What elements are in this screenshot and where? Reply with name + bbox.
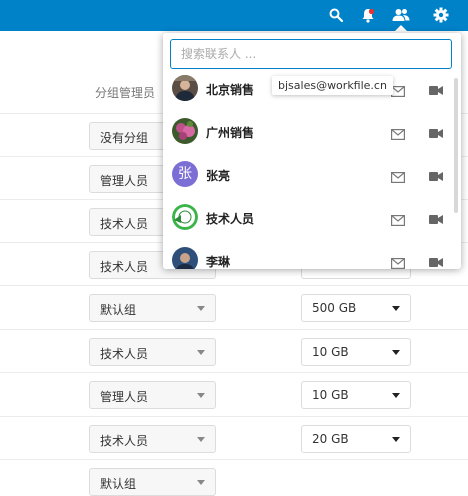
settings-icon[interactable] <box>430 4 452 26</box>
contact-name: 张亮 <box>206 169 231 183</box>
mail-icon[interactable] <box>391 254 406 269</box>
chevron-down-icon <box>197 393 205 398</box>
row-divider <box>0 329 468 330</box>
notifications-icon[interactable] <box>357 4 379 26</box>
chevron-down-icon <box>392 350 400 355</box>
select-value: 技术人员 <box>100 217 149 231</box>
group-admin-header: 分组管理员 <box>95 86 156 100</box>
select-value: 默认组 <box>100 477 137 491</box>
select-value: 500 GB <box>312 301 357 315</box>
avatar-initial: 张 <box>178 166 192 182</box>
quota-select[interactable]: 500 GB <box>301 294 411 322</box>
quota-select[interactable]: 10 GB <box>301 381 411 409</box>
quota-select[interactable]: 20 GB <box>301 425 411 453</box>
row-divider <box>0 285 468 286</box>
email-tooltip: bjsales@workfile.cn <box>272 76 393 95</box>
row-divider <box>0 372 468 373</box>
contacts-icon[interactable] <box>390 4 412 26</box>
contact-item[interactable]: 广州销售 <box>163 118 459 161</box>
select-value: 技术人员 <box>100 434 149 448</box>
video-call-icon[interactable] <box>429 210 443 229</box>
group-admin-select[interactable]: 管理人员 <box>89 381 216 409</box>
group-admin-select[interactable]: 默认组 <box>89 294 216 322</box>
select-value: 技术人员 <box>100 347 149 361</box>
popup-arrow <box>393 25 409 33</box>
video-call-icon[interactable] <box>429 167 443 186</box>
contact-name: 广州销售 <box>206 126 255 140</box>
group-admin-select[interactable]: 技术人员 <box>89 338 216 366</box>
chevron-down-icon <box>392 393 400 398</box>
avatar <box>172 118 198 144</box>
mail-icon[interactable] <box>391 82 406 101</box>
popup-scrollbar[interactable] <box>454 78 458 213</box>
video-call-icon[interactable] <box>429 81 443 100</box>
chevron-down-icon <box>197 480 205 485</box>
row-divider <box>0 459 468 460</box>
contact-name: 李琳 <box>206 255 231 269</box>
select-value: 默认组 <box>100 303 137 317</box>
contact-name: 技术人员 <box>206 212 255 226</box>
contact-item[interactable]: 技术人员 <box>163 204 459 247</box>
chevron-down-icon <box>197 437 205 442</box>
select-value: 10 GB <box>312 388 349 402</box>
chevron-down-icon <box>197 350 205 355</box>
mail-icon[interactable] <box>391 168 406 187</box>
select-value: 管理人员 <box>100 174 149 188</box>
chevron-down-icon <box>392 306 400 311</box>
avatar <box>172 75 198 101</box>
mail-icon[interactable] <box>391 125 406 144</box>
select-value: 20 GB <box>312 432 349 446</box>
contacts-menu: 北京销售 广州销售 张 张亮 技术人员 李琳 <box>163 33 461 269</box>
contacts-search-input[interactable] <box>170 39 452 69</box>
avatar: 张 <box>172 161 198 187</box>
row-divider <box>0 416 468 417</box>
video-call-icon[interactable] <box>429 124 443 143</box>
contact-item[interactable]: 李琳 <box>163 247 459 269</box>
chevron-down-icon <box>392 437 400 442</box>
select-value: 技术人员 <box>100 260 149 274</box>
search-icon[interactable] <box>325 4 347 26</box>
quota-select[interactable]: 10 GB <box>301 338 411 366</box>
select-value: 10 GB <box>312 345 349 359</box>
contact-item[interactable]: 张 张亮 <box>163 161 459 204</box>
mail-icon[interactable] <box>391 211 406 230</box>
group-admin-select[interactable]: 技术人员 <box>89 425 216 453</box>
avatar <box>172 247 198 269</box>
group-admin-select[interactable]: 默认组 <box>89 468 216 496</box>
contact-name: 北京销售 <box>206 83 255 97</box>
video-call-icon[interactable] <box>429 253 443 269</box>
select-value: 管理人员 <box>100 390 149 404</box>
logo-avatar <box>172 204 198 230</box>
chevron-down-icon <box>197 306 205 311</box>
select-value: 没有分组 <box>100 131 149 145</box>
